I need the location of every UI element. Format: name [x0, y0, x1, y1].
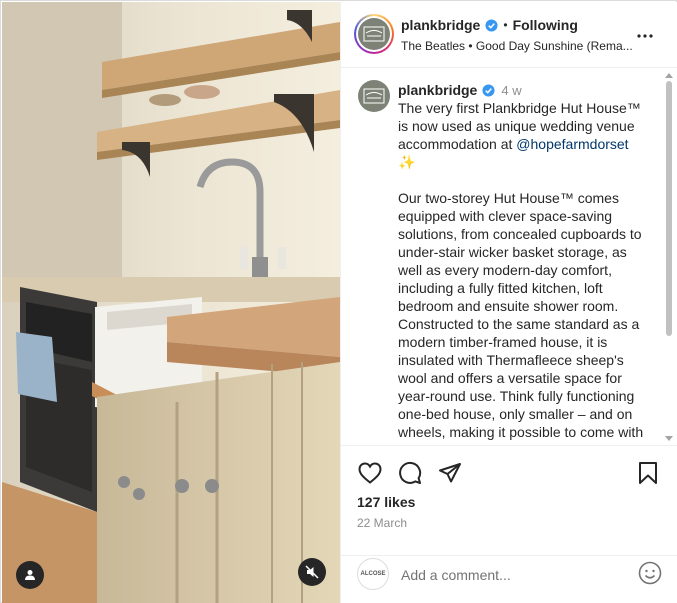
caption-line: accommodation at — [398, 136, 517, 152]
caption-line: is now used as unique wedding venue — [398, 118, 635, 134]
heart-icon — [358, 462, 382, 484]
sparkle-emoji: ✨ — [398, 154, 416, 170]
post-date[interactable]: 22 March — [357, 516, 407, 530]
bookmark-icon — [639, 462, 657, 484]
post-details-panel: plankbridge • Following The Beatles • Go… — [340, 2, 677, 603]
header-username[interactable]: plankbridge — [401, 17, 480, 33]
speaker-muted-icon — [305, 565, 319, 579]
post-time[interactable]: 4 w — [501, 83, 521, 98]
more-options-button[interactable] — [633, 24, 657, 48]
scrollbar-thumb[interactable] — [666, 81, 672, 336]
caption-paragraph: Our two-storey Hut House™ comes equipped… — [398, 190, 644, 440]
save-button[interactable] — [635, 460, 661, 486]
comment-button[interactable] — [397, 460, 423, 486]
profile-avatar — [358, 18, 390, 50]
audio-track-link[interactable]: The Beatles • Good Day Sunshine (Rema... — [401, 39, 633, 53]
mute-button[interactable] — [298, 558, 326, 586]
kitchen-photo — [2, 2, 340, 603]
caption-scroll-area[interactable]: plankbridge 4 w The very first Plankbrid… — [341, 69, 677, 445]
following-button[interactable]: Following — [513, 17, 578, 33]
more-horizontal-icon — [637, 34, 653, 38]
emoji-button[interactable] — [637, 560, 663, 586]
share-button[interactable] — [437, 460, 463, 486]
caption-avatar[interactable] — [358, 80, 390, 112]
plankbridge-logo-icon — [363, 88, 385, 104]
like-button[interactable] — [357, 460, 383, 486]
post-header: plankbridge • Following The Beatles • Go… — [341, 2, 677, 68]
user-tag-icon — [25, 570, 35, 580]
user-tag-button[interactable] — [16, 561, 44, 589]
paper-plane-icon — [439, 463, 461, 483]
post-modal: plankbridge • Following The Beatles • Go… — [0, 0, 677, 603]
caption-line: The very first Plankbridge Hut House™ — [398, 100, 641, 116]
caption-username[interactable]: plankbridge — [398, 82, 477, 98]
comment-bubble-icon — [399, 461, 422, 484]
comment-input[interactable] — [401, 564, 616, 586]
mention-link[interactable]: @hopefarmdorset — [516, 136, 628, 152]
caption-text: The very first Plankbridge Hut House™ is… — [398, 99, 648, 441]
post-actions: 127 likes 22 March — [341, 445, 677, 555]
caption-scrollbar[interactable] — [664, 69, 674, 445]
comment-composer: ALCOSE — [341, 555, 677, 603]
verified-badge-icon — [482, 83, 495, 97]
scroll-up-arrow-icon[interactable] — [665, 71, 673, 79]
verified-badge-icon — [485, 18, 498, 32]
current-user-avatar: ALCOSE — [357, 558, 389, 590]
plankbridge-logo-icon — [363, 26, 385, 42]
scroll-down-arrow-icon[interactable] — [665, 435, 673, 443]
post-media[interactable] — [2, 2, 340, 603]
separator-dot: • — [503, 18, 508, 32]
emoji-icon — [638, 561, 662, 585]
story-ring[interactable] — [354, 14, 394, 54]
likes-count[interactable]: 127 likes — [357, 494, 415, 510]
